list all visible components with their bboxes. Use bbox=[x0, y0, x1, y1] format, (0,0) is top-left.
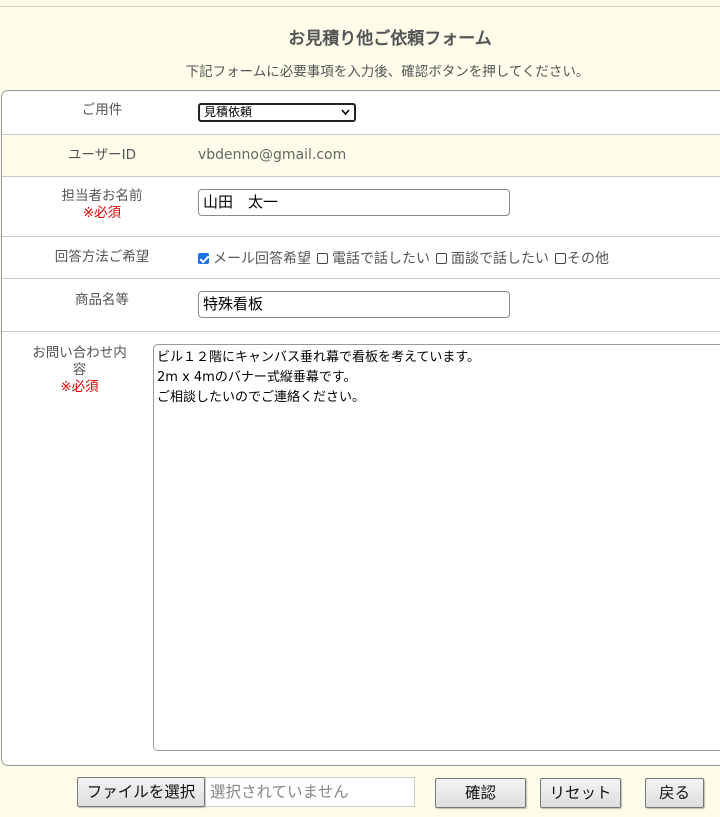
name-input[interactable]: 山田 太一 bbox=[198, 189, 510, 216]
reply-method-options: メール回答希望 電話で話したい 面談で話したい その他 bbox=[198, 248, 615, 268]
phone-checkbox[interactable] bbox=[317, 253, 328, 264]
inquiry-textarea[interactable]: ビル１２階にキャンバス垂れ幕で看板を考えています。 2m x 4mのバナー式縦垂… bbox=[153, 344, 720, 751]
top-divider bbox=[0, 6, 720, 7]
confirm-button[interactable]: 確認 bbox=[435, 778, 526, 808]
action-bar: ファイルを選択 選択されていません 確認 リセット 戻る bbox=[0, 772, 720, 817]
purpose-selected-value: 見積依頼 bbox=[204, 105, 253, 119]
chevron-down-icon bbox=[341, 105, 350, 125]
file-select-button[interactable]: ファイルを選択 bbox=[77, 777, 205, 807]
name-label-text: 担当者お名前 bbox=[61, 188, 143, 204]
product-label: 商品名等 bbox=[75, 292, 129, 308]
reply-method-row: 回答方法ご希望 メール回答希望 電話で話したい 面談で話したい その他 bbox=[2, 236, 720, 278]
user-id-row: ユーザーID vbdenno@gmail.com bbox=[2, 134, 720, 176]
inquiry-required-mark: ※必須 bbox=[60, 379, 99, 395]
other-option-label: その他 bbox=[567, 251, 609, 267]
name-label: 担当者お名前 ※必須 bbox=[2, 188, 202, 222]
user-id-label: ユーザーID bbox=[67, 147, 137, 163]
reply-option-other[interactable]: その他 bbox=[555, 251, 609, 267]
purpose-row: ご用件 見積依頼 bbox=[2, 91, 720, 134]
inquiry-row: お問い合わせ内容 ※必須 ビル１２階にキャンバス垂れ幕で看板を考えています。 2… bbox=[2, 331, 720, 765]
product-input[interactable]: 特殊看板 bbox=[198, 291, 510, 318]
inquiry-label: お問い合わせ内容 ※必須 bbox=[2, 345, 157, 396]
reset-button[interactable]: リセット bbox=[540, 778, 621, 808]
meeting-checkbox[interactable] bbox=[436, 253, 447, 264]
inquiry-label-text: お問い合わせ内容 bbox=[32, 345, 127, 378]
reply-option-meeting[interactable]: 面談で話したい bbox=[436, 251, 549, 267]
file-status: 選択されていません bbox=[205, 777, 415, 807]
purpose-label: ご用件 bbox=[81, 102, 123, 118]
email-checkbox[interactable] bbox=[198, 253, 209, 264]
reply-method-label: 回答方法ご希望 bbox=[54, 249, 150, 265]
purpose-select[interactable]: 見積依頼 bbox=[198, 103, 356, 122]
page-title: お見積り他ご依頼フォーム bbox=[288, 29, 492, 49]
other-checkbox[interactable] bbox=[555, 253, 566, 264]
user-id-value: vbdenno@gmail.com bbox=[198, 147, 347, 163]
reply-option-email[interactable]: メール回答希望 bbox=[198, 251, 311, 267]
page-subtitle: 下記フォームに必要事項を入力後、確認ボタンを押してください。 bbox=[185, 64, 590, 80]
product-row: 商品名等 特殊看板 bbox=[2, 278, 720, 331]
back-button[interactable]: 戻る bbox=[645, 778, 704, 808]
name-row: 担当者お名前 ※必須 山田 太一 bbox=[2, 176, 720, 236]
phone-option-label: 電話で話したい bbox=[332, 251, 430, 267]
name-required-mark: ※必須 bbox=[82, 205, 122, 221]
meeting-option-label: 面談で話したい bbox=[451, 251, 549, 267]
email-option-label: メール回答希望 bbox=[213, 251, 311, 267]
reply-option-phone[interactable]: 電話で話したい bbox=[317, 251, 430, 267]
